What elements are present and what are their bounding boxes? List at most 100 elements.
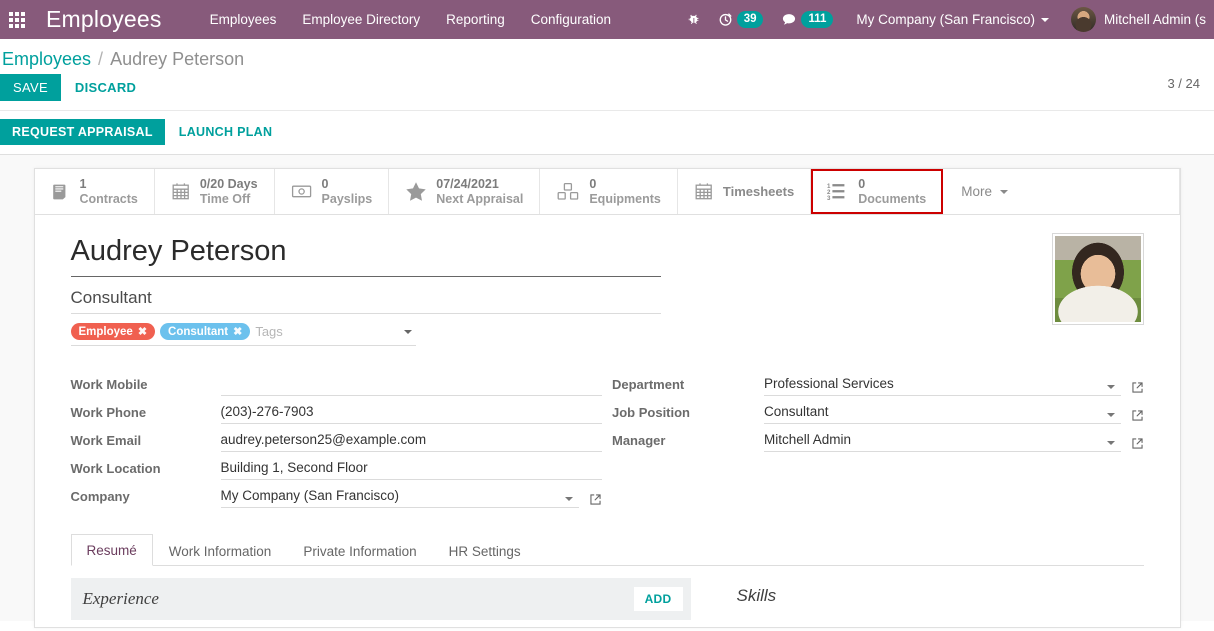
job-position-value: Consultant	[764, 404, 829, 419]
bug-icon[interactable]	[678, 0, 709, 39]
navbar-right-tools: 39 111 My Company (San Francisco) Mitche…	[678, 0, 1214, 39]
experience-header: Experience ADD	[71, 578, 691, 620]
experience-section: Experience ADD	[71, 578, 691, 620]
field-label: Work Mobile	[71, 377, 221, 396]
more-label: More	[961, 184, 992, 199]
chevron-down-icon[interactable]	[1107, 385, 1115, 389]
open-department-external-link-icon[interactable]	[1131, 381, 1144, 396]
field-work-phone: Work Phone (203)-276-7903	[71, 396, 603, 424]
stat-bar-spacer	[1026, 169, 1179, 214]
remove-tag-icon[interactable]: ✖	[233, 325, 242, 338]
launch-plan-button[interactable]: LAUNCH PLAN	[165, 119, 287, 145]
stat-button-timesheets[interactable]: Timesheets	[678, 169, 811, 214]
open-manager-external-link-icon[interactable]	[1131, 437, 1144, 452]
save-button[interactable]: SAVE	[0, 74, 61, 101]
tab-resume[interactable]: Resumé	[71, 534, 153, 566]
chevron-down-icon	[1000, 190, 1008, 194]
discard-button[interactable]: DISCARD	[61, 74, 150, 101]
user-name: Mitchell Admin (s	[1104, 12, 1206, 27]
experience-title: Experience	[83, 589, 159, 609]
employee-job-title-input[interactable]: Consultant	[71, 283, 661, 314]
form-background: 1 Contracts 0/20 Days Time Off	[0, 155, 1214, 621]
record-pager[interactable]: 3 / 24	[1167, 76, 1200, 91]
stat-label: Next Appraisal	[436, 192, 523, 206]
stat-button-equipments[interactable]: 0 Equipments	[540, 169, 678, 214]
stat-value: 0	[858, 177, 926, 191]
top-navbar: Employees Employees Employee Directory R…	[0, 0, 1214, 39]
stat-button-payslips[interactable]: 0 Payslips	[275, 169, 390, 214]
chevron-down-icon[interactable]	[565, 497, 573, 501]
open-company-external-link-icon[interactable]	[589, 493, 602, 508]
stat-label: Payslips	[322, 192, 373, 206]
stat-button-time-off[interactable]: 0/20 Days Time Off	[155, 169, 275, 214]
apps-grid-icon[interactable]	[0, 0, 34, 39]
stat-button-next-appraisal[interactable]: 07/24/2021 Next Appraisal	[389, 169, 540, 214]
stat-buttons-more-dropdown[interactable]: More	[943, 169, 1026, 214]
tags-placeholder: Tags	[255, 324, 282, 339]
work-email-input[interactable]: audrey.peterson25@example.com	[221, 432, 603, 452]
menu-item-employee-directory[interactable]: Employee Directory	[302, 12, 420, 27]
breadcrumb-root[interactable]: Employees	[0, 49, 91, 70]
record-sheet: 1 Contracts 0/20 Days Time Off	[34, 168, 1181, 628]
request-appraisal-button[interactable]: REQUEST APPRAISAL	[0, 119, 165, 145]
main-menu: Employees Employee Directory Reporting C…	[210, 12, 611, 27]
field-label: Department	[612, 377, 764, 396]
user-menu[interactable]: Mitchell Admin (s	[1063, 7, 1214, 32]
form-body: Audrey Peterson Consultant Employee ✖ Co…	[35, 215, 1180, 508]
employee-photo	[1055, 236, 1141, 322]
stat-button-documents[interactable]: 1 2 3 0 Documents	[811, 169, 943, 214]
menu-item-configuration[interactable]: Configuration	[531, 12, 611, 27]
stat-value: 0/20 Days	[200, 177, 258, 191]
stat-button-contracts[interactable]: 1 Contracts	[35, 169, 155, 214]
work-mobile-input[interactable]	[221, 376, 603, 396]
stat-label: Timesheets	[723, 184, 794, 199]
open-job-position-external-link-icon[interactable]	[1131, 409, 1144, 424]
chevron-down-icon[interactable]	[1107, 441, 1115, 445]
work-phone-input[interactable]: (203)-276-7903	[221, 404, 603, 424]
employee-title-block: Audrey Peterson Consultant Employee ✖ Co…	[71, 233, 671, 346]
field-work-location: Work Location Building 1, Second Floor	[71, 452, 603, 480]
action-buttons-row: REQUEST APPRAISAL LAUNCH PLAN	[0, 110, 1214, 154]
chevron-down-icon[interactable]	[404, 330, 412, 334]
menu-item-employees[interactable]: Employees	[210, 12, 277, 27]
job-position-select[interactable]: Consultant	[764, 404, 1121, 424]
field-work-email: Work Email audrey.peterson25@example.com	[71, 424, 603, 452]
add-experience-button[interactable]: ADD	[634, 587, 683, 611]
tab-private-information[interactable]: Private Information	[287, 535, 432, 566]
activities-menu[interactable]: 39	[709, 0, 773, 39]
menu-item-reporting[interactable]: Reporting	[446, 12, 505, 27]
tab-work-information[interactable]: Work Information	[153, 535, 288, 566]
work-location-input[interactable]: Building 1, Second Floor	[221, 460, 603, 480]
employee-name-input[interactable]: Audrey Peterson	[71, 233, 661, 277]
star-icon	[405, 181, 427, 202]
breadcrumb: Employees / Audrey Peterson	[0, 39, 1214, 74]
tab-hr-settings[interactable]: HR Settings	[433, 535, 537, 566]
tag-consultant[interactable]: Consultant ✖	[160, 323, 250, 340]
field-label: Work Location	[71, 461, 221, 480]
stat-label: Equipments	[589, 192, 661, 206]
control-panel: Employees / Audrey Peterson SAVE DISCARD…	[0, 39, 1214, 155]
tag-employee[interactable]: Employee ✖	[71, 323, 156, 340]
employee-tags-field[interactable]: Employee ✖ Consultant ✖ Tags	[71, 319, 416, 346]
list-ol-icon: 1 2 3	[827, 182, 849, 201]
messages-count-badge: 111	[801, 11, 833, 28]
svg-text:3: 3	[827, 195, 831, 201]
fields-container: Work Mobile Work Phone (203)-276-7903 Wo…	[71, 368, 1144, 508]
stat-label: Time Off	[200, 192, 258, 206]
employee-photo-frame[interactable]	[1052, 233, 1144, 325]
chevron-down-icon[interactable]	[1107, 413, 1115, 417]
field-department: Department Professional Services	[612, 368, 1144, 396]
department-select[interactable]: Professional Services	[764, 376, 1121, 396]
calendar-icon	[694, 182, 714, 201]
stat-value: 0	[589, 177, 661, 191]
remove-tag-icon[interactable]: ✖	[138, 325, 147, 338]
company-select[interactable]: My Company (San Francisco)	[221, 488, 580, 508]
field-manager: Manager Mitchell Admin	[612, 424, 1144, 452]
manager-value: Mitchell Admin	[764, 432, 851, 447]
manager-select[interactable]: Mitchell Admin	[764, 432, 1121, 452]
stat-buttons-bar: 1 Contracts 0/20 Days Time Off	[35, 169, 1180, 215]
messages-menu[interactable]: 111	[772, 0, 842, 39]
tab-panel-resume: Experience ADD Skills	[35, 566, 1180, 620]
field-label: Work Phone	[71, 405, 221, 424]
company-switcher[interactable]: My Company (San Francisco)	[842, 12, 1063, 27]
